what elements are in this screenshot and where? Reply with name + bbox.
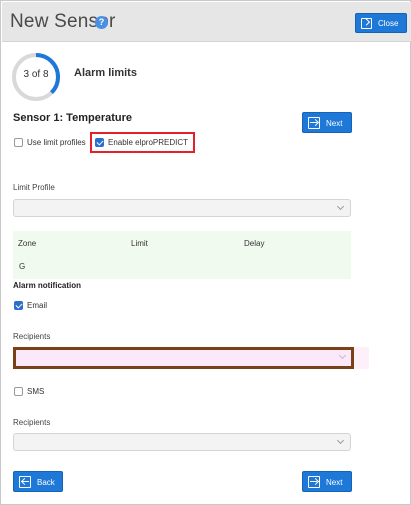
new-sensor-dialog: New Sensor ? Close 3 of 8 Alarm limits S… — [0, 0, 411, 505]
close-button[interactable]: Close — [355, 13, 407, 33]
close-icon — [361, 18, 372, 29]
sms-checkbox[interactable] — [14, 387, 23, 396]
arrow-right-icon — [308, 476, 320, 488]
email-checkbox[interactable] — [14, 301, 23, 310]
sms-recipients-label: Recipients — [13, 418, 51, 427]
enable-elpro-predict-label: Enable elproPREDICT — [108, 138, 189, 147]
sms-label: SMS — [27, 387, 45, 396]
column-header-limit: Limit — [131, 239, 148, 248]
next-button-label: Next — [326, 119, 343, 128]
use-limit-profiles-label: Use limit profiles — [27, 138, 86, 147]
step-title: Alarm limits — [74, 67, 137, 79]
limit-profile-label: Limit Profile — [13, 183, 55, 192]
next-button-label: Next — [326, 478, 343, 487]
dialog-header: New Sensor ? Close — [2, 2, 411, 42]
next-button-bottom[interactable]: Next — [302, 471, 352, 492]
help-icon[interactable]: ? — [95, 16, 108, 29]
chevron-down-icon — [338, 351, 347, 360]
sms-recipients-select[interactable] — [13, 433, 351, 451]
step-counter: 3 of 8 — [23, 69, 49, 80]
chevron-down-icon — [336, 436, 345, 445]
next-button-top[interactable]: Next — [302, 112, 352, 133]
limits-table: Zone Limit Delay G — [13, 231, 351, 279]
chevron-down-icon — [336, 202, 345, 211]
email-recipients-label: Recipients — [13, 332, 51, 341]
column-header-zone: Zone — [18, 239, 37, 248]
sensor-section-title: Sensor 1: Temperature — [13, 112, 133, 124]
close-button-label: Close — [378, 19, 399, 28]
enable-elpro-predict-checkbox[interactable] — [95, 138, 104, 147]
column-header-delay: Delay — [244, 239, 265, 248]
back-button-label: Back — [37, 478, 55, 487]
table-cell-zone: G — [19, 262, 26, 271]
back-button[interactable]: Back — [13, 471, 63, 492]
limit-profile-select[interactable] — [13, 199, 351, 217]
use-limit-profiles-checkbox[interactable] — [14, 138, 23, 147]
arrow-left-icon — [19, 476, 31, 488]
alarm-notification-title: Alarm notification — [13, 281, 82, 290]
arrow-right-icon — [308, 117, 320, 129]
email-recipients-select[interactable] — [13, 347, 354, 369]
email-label: Email — [27, 301, 48, 310]
